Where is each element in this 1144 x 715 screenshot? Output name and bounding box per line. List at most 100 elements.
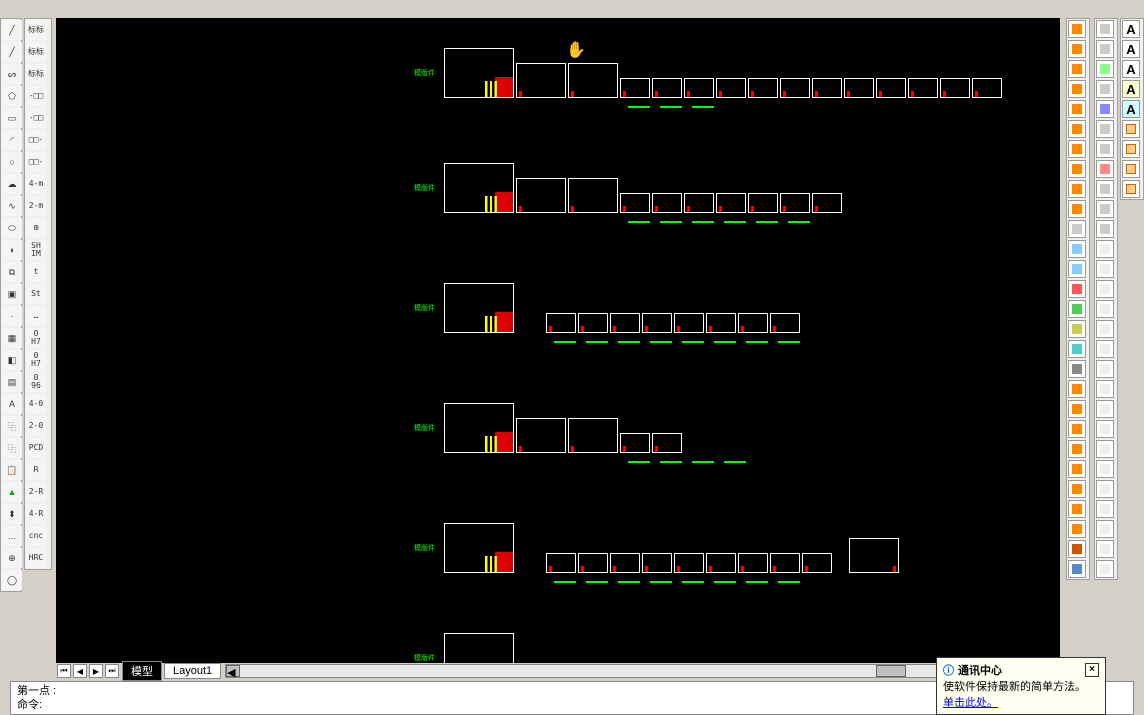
tool-b-24[interactable]: HRC [26, 548, 46, 568]
tool-b-11[interactable]: t [26, 262, 46, 282]
tool-insert-icon[interactable]: ⧉ [2, 262, 22, 282]
tool-polygon-icon[interactable]: ⬠ [2, 86, 22, 106]
tool-b-23[interactable]: cnc [26, 526, 46, 546]
tool-b-9[interactable]: ⊞ [26, 218, 46, 238]
tool-rectangle-icon[interactable]: ▭ [2, 108, 22, 128]
right-tool-tb-right1-22[interactable] [1068, 460, 1086, 478]
right-tool-tb-right2-2[interactable] [1096, 60, 1114, 78]
tool-b-16[interactable]: 0 96 [26, 372, 46, 392]
hscrollbar[interactable]: ◀ [225, 664, 1060, 678]
right-tool-tb-right1-0[interactable] [1068, 20, 1086, 38]
text-style-icon-0[interactable]: A [1122, 20, 1140, 38]
right-tool-tb-right2-0[interactable] [1096, 20, 1114, 38]
tool-point-icon[interactable]: · [2, 306, 22, 326]
right-tool-tb-right1-20[interactable] [1068, 420, 1086, 438]
right-tool-tb-right2-22[interactable] [1096, 460, 1114, 478]
right-tool-tb-right1-13[interactable] [1068, 280, 1086, 298]
tool-b-7[interactable]: 4-m [26, 174, 46, 194]
tool-b-13[interactable]: … [26, 306, 46, 326]
right-tool-tb-right2-3[interactable] [1096, 80, 1114, 98]
tool-b-8[interactable]: 2-m [26, 196, 46, 216]
tool-b-22[interactable]: 4-R [26, 504, 46, 524]
right-tool-tb-right2-8[interactable] [1096, 180, 1114, 198]
drawing-canvas[interactable]: 模版件模版件模版件模版件模版件模版件 ✋ [56, 18, 1060, 663]
tool-b-20[interactable]: R [26, 460, 46, 480]
tool-b-2[interactable]: 标标 [26, 64, 46, 84]
right-tool-tb-right2-20[interactable] [1096, 420, 1114, 438]
right-tool-tb-right1-21[interactable] [1068, 440, 1086, 458]
tool-mtext-icon[interactable]: A [2, 394, 22, 414]
right-tool-tb-right2-10[interactable] [1096, 220, 1114, 238]
tab-layout1[interactable]: Layout1 [164, 663, 221, 679]
tool-ellipse-icon[interactable]: ⬭ [2, 218, 22, 238]
right-tool-tb-right2-19[interactable] [1096, 400, 1114, 418]
right-tool-tb-right2-1[interactable] [1096, 40, 1114, 58]
tool-b-18[interactable]: 2-0 [26, 416, 46, 436]
text-style-icon-2[interactable]: A [1122, 60, 1140, 78]
right-tool-tb-right2-23[interactable] [1096, 480, 1114, 498]
tab-nav-prev-icon[interactable]: ◀ [73, 664, 87, 678]
tool-mark-green-icon[interactable]: ▲ [2, 482, 22, 502]
tool-b-1[interactable]: 标标 [26, 42, 46, 62]
right-tool-tb-right1-11[interactable] [1068, 240, 1086, 258]
right-tool-tb-right1-9[interactable] [1068, 200, 1086, 218]
tool-circle-icon[interactable]: ○ [2, 152, 22, 172]
tool-spacer-icon[interactable]: … [2, 526, 22, 546]
tool-gradient-icon[interactable]: ◧ [2, 350, 22, 370]
right-tool-tb-right2-18[interactable] [1096, 380, 1114, 398]
text-grid-icon-2[interactable] [1122, 160, 1140, 178]
right-tool-tb-right2-17[interactable] [1096, 360, 1114, 378]
tool-xline-icon[interactable]: ╱ [2, 42, 22, 62]
right-tool-tb-right1-8[interactable] [1068, 180, 1086, 198]
right-tool-tb-right2-25[interactable] [1096, 520, 1114, 538]
tool-b-10[interactable]: SH IM [26, 240, 46, 260]
right-tool-tb-right2-12[interactable] [1096, 260, 1114, 278]
tool-revcloud-icon[interactable]: ☁ [2, 174, 22, 194]
right-tool-tb-right2-5[interactable] [1096, 120, 1114, 138]
right-tool-tb-right1-24[interactable] [1068, 500, 1086, 518]
right-tool-tb-right1-6[interactable] [1068, 140, 1086, 158]
hscrollbar-btn-left[interactable]: ◀ [226, 665, 240, 677]
right-tool-tb-right1-4[interactable] [1068, 100, 1086, 118]
tool-b-19[interactable]: PCD [26, 438, 46, 458]
right-tool-tb-right2-14[interactable] [1096, 300, 1114, 318]
text-style-icon-4[interactable]: A [1122, 100, 1140, 118]
right-tool-tb-right1-17[interactable] [1068, 360, 1086, 378]
tool-b-5[interactable]: □□- [26, 130, 46, 150]
tab-nav-last-icon[interactable]: ⏭ [105, 664, 119, 678]
right-tool-tb-right2-24[interactable] [1096, 500, 1114, 518]
tool-b-15[interactable]: 0 H7 [26, 350, 46, 370]
tool-dim-icon[interactable]: ⬍ [2, 504, 22, 524]
right-tool-tb-right2-9[interactable] [1096, 200, 1114, 218]
tool-line-icon[interactable]: ╱ [2, 20, 22, 40]
notification-close-button[interactable]: × [1085, 663, 1099, 677]
right-tool-tb-right1-19[interactable] [1068, 400, 1086, 418]
tab-nav-first-icon[interactable]: ⏮ [57, 664, 71, 678]
tool-b-6[interactable]: □□- [26, 152, 46, 172]
tool-b-14[interactable]: O H7 [26, 328, 46, 348]
right-tool-tb-right1-27[interactable] [1068, 560, 1086, 578]
tool-block-icon[interactable]: ▣ [2, 284, 22, 304]
right-tool-tb-right2-7[interactable] [1096, 160, 1114, 178]
hscrollbar-thumb[interactable] [876, 665, 906, 677]
right-tool-tb-right1-23[interactable] [1068, 480, 1086, 498]
right-tool-tb-right2-13[interactable] [1096, 280, 1114, 298]
right-tool-tb-right2-11[interactable] [1096, 240, 1114, 258]
tool-paste-icon[interactable]: 📋 [2, 460, 22, 480]
right-tool-tb-right1-18[interactable] [1068, 380, 1086, 398]
right-tool-tb-right1-16[interactable] [1068, 340, 1086, 358]
right-tool-tb-right2-15[interactable] [1096, 320, 1114, 338]
right-tool-tb-right1-25[interactable] [1068, 520, 1086, 538]
text-grid-icon-3[interactable] [1122, 180, 1140, 198]
notification-link[interactable]: 单击此处。 [943, 697, 998, 709]
tool-b-21[interactable]: 2-R [26, 482, 46, 502]
right-tool-tb-right2-4[interactable] [1096, 100, 1114, 118]
text-grid-icon-1[interactable] [1122, 140, 1140, 158]
text-style-icon-3[interactable]: A [1122, 80, 1140, 98]
right-tool-tb-right1-14[interactable] [1068, 300, 1086, 318]
tool-ellarc-icon[interactable]: ◗ [2, 240, 22, 260]
tool-b-0[interactable]: 标标 [26, 20, 46, 40]
tool-b-17[interactable]: 4-0 [26, 394, 46, 414]
right-tool-tb-right1-10[interactable] [1068, 220, 1086, 238]
tool-pline-icon[interactable]: ᔕ [2, 64, 22, 84]
